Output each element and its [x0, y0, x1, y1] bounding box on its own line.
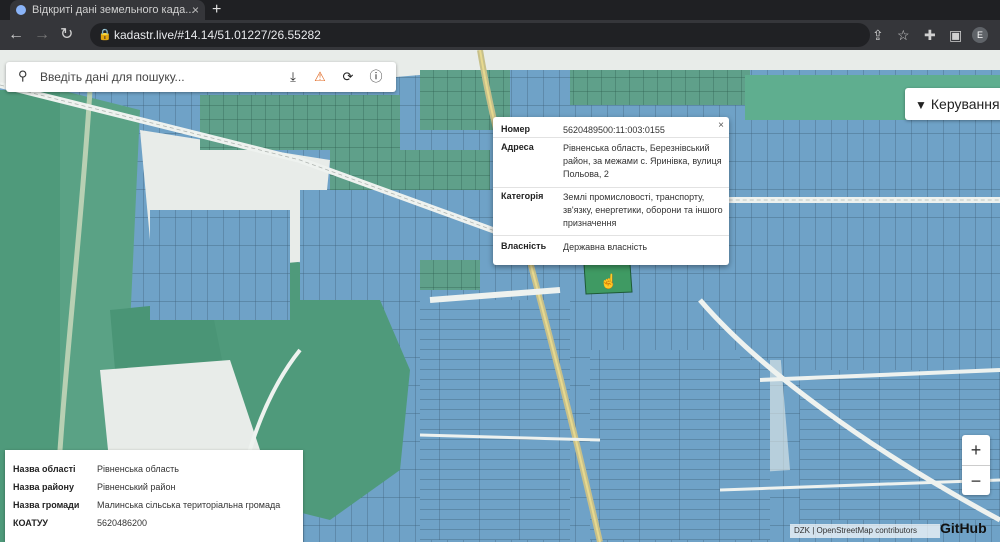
- region-value: 5620486200: [97, 518, 148, 528]
- parcel-info-popup: × Номер 5620489500:11:003:0155 Адреса Рі…: [493, 117, 729, 265]
- lock-icon: 🔒: [98, 29, 112, 41]
- search-input[interactable]: [40, 66, 270, 88]
- sidepanel-icon[interactable]: ▣: [949, 25, 962, 45]
- github-link[interactable]: GitHub: [940, 520, 987, 536]
- manage-button[interactable]: ▼ Керування: [905, 88, 1000, 120]
- refresh-icon[interactable]: ⟳: [338, 67, 358, 87]
- popup-label: Номер: [501, 124, 531, 134]
- region-value: Рівненська область: [97, 464, 179, 474]
- info-icon[interactable]: ⓘ: [366, 67, 386, 87]
- region-label: Назва області: [13, 464, 76, 474]
- new-tab-button[interactable]: +: [212, 0, 221, 20]
- bookmark-star-icon[interactable]: ☆: [897, 25, 910, 45]
- url-text: kadastr.live/#14.14/51.01227/26.55282: [114, 28, 321, 42]
- back-icon[interactable]: ←: [8, 24, 24, 46]
- browser-toolbar: ← → ↻ 🔒 kadastr.live/#14.14/51.01227/26.…: [0, 20, 1000, 50]
- region-value: Рівненський район: [97, 482, 176, 492]
- region-label: Назва району: [13, 482, 74, 492]
- profile-avatar[interactable]: E: [972, 27, 988, 43]
- popup-divider: [493, 137, 729, 138]
- reload-icon[interactable]: ↻: [60, 24, 73, 46]
- popup-value: 5620489500:11:003:0155: [563, 125, 665, 135]
- popup-value: Державна власність: [563, 242, 648, 252]
- popup-label: Адреса: [501, 142, 534, 152]
- browser-tab-bar: Відкриті дані земельного када... × +: [0, 0, 1000, 20]
- manage-label: Керування: [930, 96, 1000, 112]
- region-label: Назва громади: [13, 500, 80, 510]
- region-info-panel: Назва області Рівненська область Назва р…: [5, 450, 303, 542]
- popup-value: Землі промисловості, транспорту, зв'язку…: [563, 192, 723, 228]
- favicon-icon: [16, 5, 26, 15]
- popup-label: Власність: [501, 241, 547, 251]
- popup-divider: [493, 187, 729, 188]
- popup-divider: [493, 235, 729, 236]
- search-icon: ⚲: [18, 68, 28, 83]
- region-label: КОАТУУ: [13, 518, 49, 528]
- address-bar[interactable]: 🔒 kadastr.live/#14.14/51.01227/26.55282: [90, 23, 870, 47]
- download-icon[interactable]: ⤓: [283, 67, 303, 87]
- zoom-out-button[interactable]: −: [962, 465, 990, 495]
- cadastral-map[interactable]: ⚲ ⤓ ⚠ ⟳ ⓘ ▼Керування × Номер 5620489500:…: [0, 50, 1000, 542]
- zoom-in-button[interactable]: +: [962, 435, 990, 465]
- forward-icon[interactable]: →: [34, 24, 50, 46]
- share-icon[interactable]: ⇪: [872, 25, 884, 45]
- map-attribution[interactable]: DZK | OpenStreetMap contributors: [790, 524, 940, 538]
- zoom-control: + −: [962, 435, 990, 495]
- tab-close-icon[interactable]: ×: [192, 0, 199, 20]
- search-bar: ⚲ ⤓ ⚠ ⟳ ⓘ: [6, 62, 396, 92]
- tab-title: Відкриті дані земельного када...: [32, 4, 195, 16]
- filter-icon: ▼: [915, 98, 927, 112]
- popup-value: Рівненська область, Березнівський район,…: [563, 143, 722, 179]
- extensions-icon[interactable]: ✚: [924, 25, 936, 45]
- region-value: Малинська сільська територіальна громада: [97, 500, 281, 510]
- cursor-hand-icon: ☝: [600, 273, 618, 289]
- popup-label: Категорія: [501, 191, 544, 201]
- warning-icon[interactable]: ⚠: [310, 67, 330, 87]
- browser-tab[interactable]: Відкриті дані земельного када... ×: [10, 0, 205, 20]
